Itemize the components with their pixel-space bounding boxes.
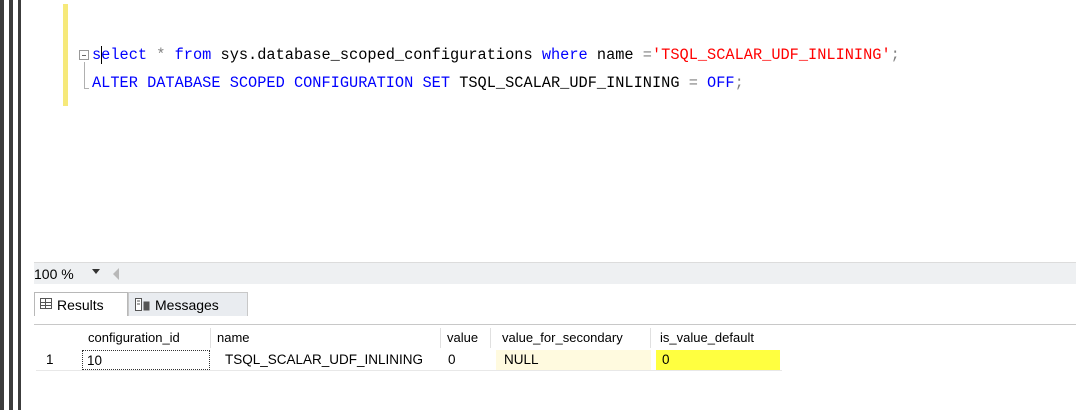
- code-token: ;: [890, 46, 900, 64]
- tab-results[interactable]: Results: [34, 292, 128, 316]
- chevron-down-icon: [92, 269, 100, 274]
- collapse-outline-icon[interactable]: [79, 50, 89, 60]
- gutter-bar: [9, 0, 13, 410]
- code-token: *: [147, 46, 175, 64]
- row-number[interactable]: 1: [46, 350, 54, 370]
- gutter-bar: [18, 0, 21, 410]
- divider: [440, 328, 441, 348]
- column-header[interactable]: name: [217, 328, 250, 348]
- column-header[interactable]: value_for_secondary: [502, 328, 623, 348]
- cell-configuration-id[interactable]: 10: [82, 350, 210, 370]
- code-token: name: [587, 46, 643, 64]
- zoom-level: 100 %: [34, 266, 74, 282]
- code-token: 'TSQL_SCALAR_UDF_INLINING': [651, 46, 891, 64]
- column-header[interactable]: value: [447, 328, 479, 348]
- tab-label: Messages: [155, 297, 219, 313]
- cell-name[interactable]: TSQL_SCALAR_UDF_INLINING: [225, 350, 423, 370]
- outline-guide-end: [84, 88, 89, 89]
- query-editor[interactable]: select * from sys.database_scoped_config…: [34, 0, 1076, 262]
- code-token: from: [174, 46, 212, 64]
- divider: [650, 328, 651, 348]
- messages-icon: [135, 298, 150, 311]
- cell-value[interactable]: 0: [448, 350, 456, 370]
- results-panel: Results Messages configuration_id name v…: [34, 284, 1076, 410]
- cell-value-for-secondary[interactable]: NULL: [496, 350, 651, 370]
- tab-messages[interactable]: Messages: [128, 292, 248, 316]
- zoom-bar: 100 %: [34, 262, 1076, 285]
- divider: [36, 370, 782, 371]
- divider: [490, 328, 491, 348]
- scroll-left-icon[interactable]: [113, 268, 119, 280]
- code-token: =: [642, 46, 652, 64]
- outline-guide: [84, 62, 85, 88]
- code-token: where: [541, 46, 588, 64]
- tab-label: Results: [57, 297, 104, 313]
- code-token: =: [688, 74, 698, 92]
- code-line-1[interactable]: select * from sys.database_scoped_config…: [92, 44, 900, 66]
- gutter-bar: [0, 0, 4, 410]
- text-caret: [101, 46, 102, 64]
- code-line-2[interactable]: ALTER DATABASE SCOPED CONFIGURATION SET …: [92, 72, 744, 94]
- code-token: sys.database_scoped_configurations: [211, 46, 542, 64]
- code-token: TSQL_SCALAR_UDF_INLINING: [450, 74, 689, 92]
- code-token: OFF: [697, 74, 735, 92]
- column-header[interactable]: configuration_id: [88, 328, 180, 348]
- editor-left-gutter: [0, 0, 34, 410]
- zoom-dropdown[interactable]: 100 %: [34, 263, 114, 285]
- code-token: ALTER DATABASE SCOPED CONFIGURATION SET: [92, 74, 451, 92]
- grid-icon: [40, 298, 52, 309]
- divider: [210, 328, 211, 348]
- cell-is-value-default[interactable]: 0: [656, 350, 780, 370]
- divider: [34, 324, 1076, 325]
- change-tracking-bar: [63, 4, 68, 106]
- column-header[interactable]: is_value_default: [660, 328, 754, 348]
- code-token: ;: [734, 74, 744, 92]
